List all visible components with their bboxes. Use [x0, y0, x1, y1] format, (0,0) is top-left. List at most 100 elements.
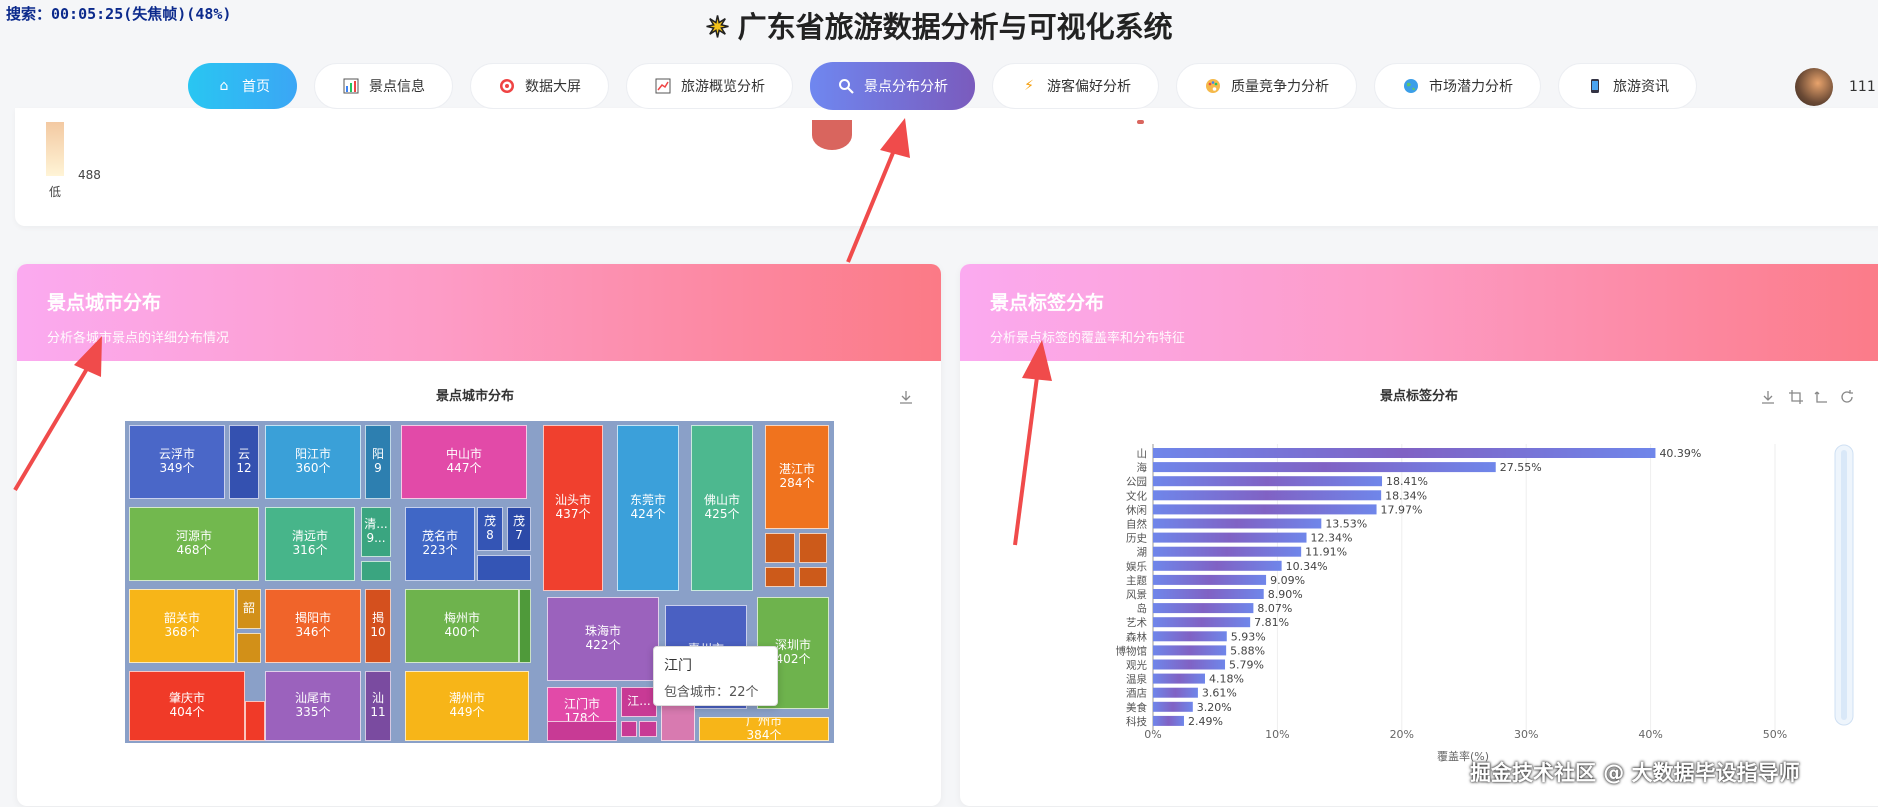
bar[interactable] [1153, 560, 1282, 571]
y-tick-label: 森林 [1126, 630, 1148, 643]
data-label: 5.88% [1230, 644, 1265, 657]
nav-item-label: 市场潜力分析 [1429, 79, 1513, 95]
y-tick-label: 休闲 [1126, 503, 1147, 516]
x-tick-label: 10% [1265, 728, 1289, 741]
data-label: 11.91% [1305, 546, 1347, 559]
y-tick-label: 风景 [1126, 589, 1147, 601]
bar[interactable] [1153, 687, 1198, 698]
data-label: 12.34% [1311, 532, 1353, 545]
bar-chart-icon [342, 77, 360, 95]
home-icon: ⌂ [219, 78, 229, 94]
nav-item-market[interactable]: 市场潜力分析 [1374, 63, 1541, 109]
nav-item-distribution[interactable]: 景点分布分析 [810, 62, 975, 110]
y-tick-label: 科技 [1126, 715, 1148, 728]
nav-item-news[interactable]: 旅游资讯 [1558, 63, 1697, 109]
data-label: 40.39% [1659, 447, 1701, 460]
user-menu[interactable]: 111 [1795, 68, 1876, 106]
datazoom-fill [1841, 450, 1847, 720]
nav-item-dashboard[interactable]: 数据大屏 [470, 63, 609, 109]
bar[interactable] [1153, 546, 1302, 557]
nav-item-label: 景点信息 [369, 79, 425, 95]
y-tick-label: 博物馆 [1116, 644, 1148, 657]
data-label: 27.55% [1500, 461, 1542, 474]
phone-icon [1586, 77, 1604, 95]
bar[interactable] [1153, 574, 1267, 585]
page-title: ✷ 广东省旅游数据分析与可视化系统 [0, 4, 1878, 46]
data-label: 4.18% [1209, 673, 1244, 686]
data-label: 8.90% [1268, 588, 1303, 601]
bar[interactable] [1153, 518, 1322, 529]
avatar[interactable] [1795, 68, 1833, 106]
y-tick-label: 湖 [1137, 547, 1148, 559]
nav-item-label: 景点分布分析 [864, 79, 948, 95]
y-tick-label: 海 [1137, 461, 1148, 474]
bar[interactable] [1153, 715, 1184, 726]
data-label: 10.34% [1286, 560, 1328, 573]
bar[interactable] [1153, 701, 1193, 712]
data-label: 13.53% [1325, 518, 1367, 531]
search-icon [837, 77, 855, 95]
nav-item-label: 数据大屏 [525, 79, 581, 95]
data-label: 9.09% [1270, 574, 1305, 587]
tag-bar-chart[interactable]: 0% 10% 20% 30% 40% 50%覆盖率(%)山 40.39%海 27.55%公园 1… [0, 0, 1878, 807]
data-label: 2.49% [1188, 715, 1223, 728]
y-tick-label: 观光 [1126, 659, 1148, 672]
bar[interactable] [1153, 462, 1496, 473]
x-tick-label: 30% [1514, 728, 1538, 741]
bar[interactable] [1153, 589, 1264, 599]
bar[interactable] [1153, 504, 1377, 515]
watermark: 掘金技术社区 @ 大数据毕设指导师 [1470, 761, 1800, 785]
target-icon [498, 77, 516, 95]
nav-item-preference[interactable]: ⚡ 游客偏好分析 [992, 63, 1159, 109]
x-tick-label: 40% [1638, 728, 1662, 741]
data-label: 7.81% [1254, 616, 1289, 629]
data-label: 3.61% [1202, 687, 1237, 700]
nav-item-overview[interactable]: 旅游概览分析 [626, 63, 793, 109]
y-tick-label: 温泉 [1126, 673, 1148, 686]
data-label: 5.79% [1229, 659, 1264, 672]
tooltip-title: 江门 [664, 658, 692, 674]
bar[interactable] [1153, 490, 1382, 501]
y-tick-label: 历史 [1126, 533, 1148, 545]
line-chart-icon [654, 77, 672, 95]
y-tick-label: 酒店 [1126, 687, 1147, 700]
recorder-status: 搜索：00:05:25(失焦帧)(48%) [6, 5, 232, 23]
data-label: 17.97% [1381, 503, 1423, 516]
y-tick-label: 山 [1137, 448, 1148, 460]
lightning-icon: ⚡ [1024, 78, 1034, 94]
bar[interactable] [1153, 645, 1227, 656]
y-tick-label: 娱乐 [1126, 560, 1148, 573]
x-tick-label: 50% [1763, 728, 1787, 741]
page-title-text: 广东省旅游数据分析与可视化系统 [737, 10, 1173, 44]
y-tick-label: 公园 [1126, 476, 1147, 488]
bar[interactable] [1153, 532, 1307, 543]
y-tick-label: 美食 [1126, 701, 1148, 714]
bar[interactable] [1153, 631, 1227, 642]
y-tick-label: 自然 [1126, 518, 1148, 531]
globe-icon [1402, 77, 1420, 95]
nav-item-label: 旅游概览分析 [681, 79, 765, 95]
bar[interactable] [1153, 476, 1383, 487]
x-tick-label: 20% [1390, 728, 1414, 741]
nav-item-label: 旅游资讯 [1613, 79, 1669, 95]
bar[interactable] [1153, 673, 1205, 684]
y-tick-label: 艺术 [1126, 617, 1148, 629]
data-label: 8.07% [1257, 602, 1292, 615]
bar[interactable] [1153, 448, 1656, 458]
nav-item-label: 首页 [242, 79, 270, 95]
bar[interactable] [1153, 617, 1251, 628]
y-tick-label: 文化 [1126, 489, 1148, 502]
nav-item-home[interactable]: ⌂ 首页 [188, 63, 297, 109]
nav-item-attractions[interactable]: 景点信息 [314, 63, 453, 109]
palette-icon [1204, 77, 1222, 95]
nav-item-quality[interactable]: 质量竞争力分析 [1176, 63, 1357, 109]
star-icon: ✷ [705, 9, 731, 45]
bar[interactable] [1153, 659, 1226, 670]
main-nav: ⌂ 首页 景点信息 数据大屏 旅游概览分析 景点分布分析 ⚡ 游客偏好分析 质量竞争… [188, 62, 1697, 110]
data-label: 18.34% [1385, 489, 1427, 502]
nav-item-label: 游客偏好分析 [1047, 79, 1131, 95]
y-tick-label: 主题 [1126, 575, 1148, 587]
bar[interactable] [1153, 603, 1254, 614]
y-tick-label: 岛 [1137, 602, 1148, 615]
tooltip-content: 包含城市：22个 [664, 685, 759, 700]
